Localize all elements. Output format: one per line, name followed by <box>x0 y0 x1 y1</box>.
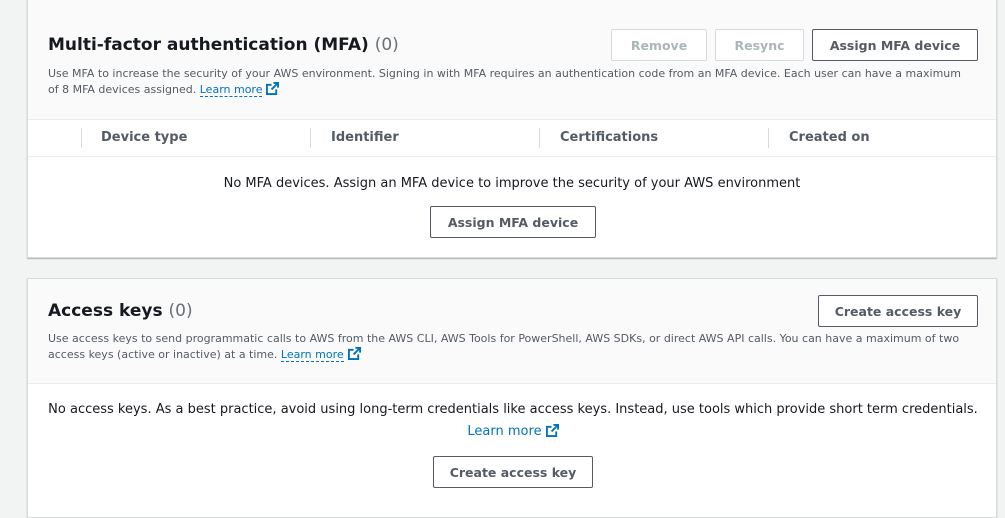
mfa-empty-message: No MFA devices. Assign an MFA device to … <box>223 176 801 191</box>
mfa-learn-more-link[interactable]: Learn more <box>199 83 263 97</box>
access-keys-title: Access keys (0) <box>48 301 193 321</box>
column-identifier[interactable]: Identifier <box>310 128 539 148</box>
create-access-key-empty-button[interactable]: Create access key <box>433 456 593 488</box>
external-link-icon[interactable] <box>347 347 361 360</box>
mfa-description: Use MFA to increase the security of your… <box>48 66 973 98</box>
mfa-table-header: Device type Identifier Certifications Cr… <box>28 119 996 157</box>
access-keys-empty-learn-more-link[interactable]: Learn more <box>467 424 541 439</box>
access-keys-learn-more-link[interactable]: Learn more <box>280 348 344 362</box>
mfa-count: (0) <box>374 35 399 55</box>
access-keys-description: Use access keys to send programmatic cal… <box>48 331 973 363</box>
external-link-icon[interactable] <box>545 424 559 437</box>
mfa-title-text: Multi-factor authentication (MFA) <box>48 35 369 55</box>
access-keys-description-text: Use access keys to send programmatic cal… <box>48 332 960 361</box>
mfa-description-text: Use MFA to increase the security of your… <box>48 67 961 96</box>
access-keys-title-text: Access keys <box>48 301 163 321</box>
mfa-learn-more-label: Learn more <box>199 83 263 96</box>
mfa-panel-header: Multi-factor authentication (MFA) (0) Re… <box>28 0 996 120</box>
create-access-key-button[interactable]: Create access key <box>818 295 978 327</box>
assign-mfa-device-empty-button[interactable]: Assign MFA device <box>430 206 596 238</box>
access-keys-panel: Access keys (0) Create access key Use ac… <box>27 278 997 518</box>
mfa-title: Multi-factor authentication (MFA) (0) <box>48 35 399 55</box>
column-certifications[interactable]: Certifications <box>539 128 768 148</box>
access-keys-empty-message: No access keys. As a best practice, avoi… <box>48 399 978 443</box>
access-keys-learn-more-label: Learn more <box>280 348 344 361</box>
access-keys-count: (0) <box>168 301 193 321</box>
external-link-icon[interactable] <box>266 82 280 95</box>
column-device-type[interactable]: Device type <box>81 119 310 156</box>
mfa-panel: Multi-factor authentication (MFA) (0) Re… <box>27 0 997 258</box>
access-keys-panel-header: Access keys (0) Create access key Use ac… <box>28 279 996 384</box>
resync-button[interactable]: Resync <box>715 29 804 61</box>
access-keys-empty-text: No access keys. As a best practice, avoi… <box>48 402 978 417</box>
access-keys-empty-learn-more-label: Learn more <box>467 424 542 439</box>
assign-mfa-device-button[interactable]: Assign MFA device <box>812 29 978 61</box>
remove-button[interactable]: Remove <box>611 29 707 61</box>
column-created-on[interactable]: Created on <box>768 128 996 148</box>
